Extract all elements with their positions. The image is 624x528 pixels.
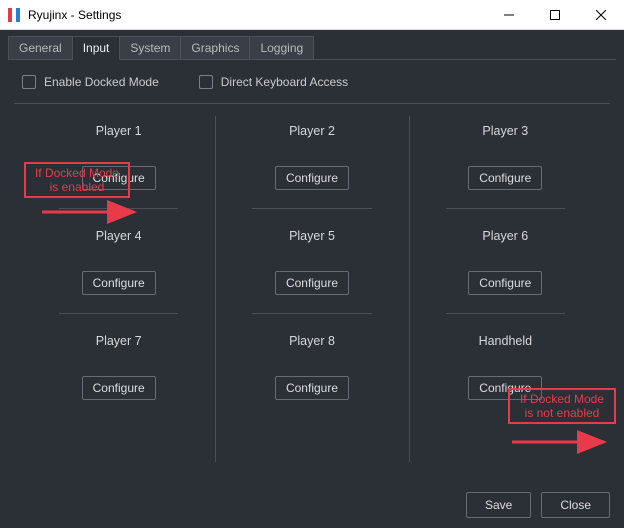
player-8-cell: Player 8 Configure	[229, 320, 394, 406]
window-titlebar: Ryujinx - Settings	[0, 0, 624, 30]
player-label: Player 1	[96, 124, 142, 138]
close-window-button[interactable]	[578, 0, 624, 30]
player-3-configure-button[interactable]: Configure	[468, 166, 542, 190]
player-2-configure-button[interactable]: Configure	[275, 166, 349, 190]
player-1-cell: Player 1 Configure	[36, 110, 201, 215]
player-grid: Player 1 Configure Player 4 Configure Pl…	[0, 110, 624, 482]
tab-input[interactable]: Input	[73, 36, 121, 60]
window-title: Ryujinx - Settings	[28, 8, 121, 22]
save-button[interactable]: Save	[466, 492, 531, 518]
direct-keyboard-access-label: Direct Keyboard Access	[221, 75, 348, 89]
tab-logging[interactable]: Logging	[250, 36, 314, 60]
player-7-configure-button[interactable]: Configure	[82, 376, 156, 400]
close-button[interactable]: Close	[541, 492, 610, 518]
enable-docked-mode-label: Enable Docked Mode	[44, 75, 159, 89]
player-label: Player 4	[96, 229, 142, 243]
player-2-cell: Player 2 Configure	[229, 110, 394, 215]
player-1-configure-button[interactable]: Configure	[82, 166, 156, 190]
player-3-cell: Player 3 Configure	[423, 110, 588, 215]
player-6-cell: Player 6 Configure	[423, 215, 588, 320]
direct-keyboard-access-checkbox[interactable]: Direct Keyboard Access	[199, 75, 348, 89]
player-4-cell: Player 4 Configure	[36, 215, 201, 320]
tab-system[interactable]: System	[120, 36, 181, 60]
player-label: Player 7	[96, 334, 142, 348]
checkbox-icon	[199, 75, 213, 89]
settings-tabs: General Input System Graphics Logging	[0, 30, 624, 60]
player-label: Player 3	[482, 124, 528, 138]
handheld-configure-button[interactable]: Configure	[468, 376, 542, 400]
handheld-cell: Handheld Configure	[423, 320, 588, 406]
player-5-configure-button[interactable]: Configure	[275, 271, 349, 295]
player-4-configure-button[interactable]: Configure	[82, 271, 156, 295]
player-label: Player 5	[289, 229, 335, 243]
enable-docked-mode-checkbox[interactable]: Enable Docked Mode	[22, 75, 159, 89]
player-label: Player 6	[482, 229, 528, 243]
player-label: Player 8	[289, 334, 335, 348]
player-label: Handheld	[479, 334, 533, 348]
player-8-configure-button[interactable]: Configure	[275, 376, 349, 400]
player-6-configure-button[interactable]: Configure	[468, 271, 542, 295]
player-7-cell: Player 7 Configure	[36, 320, 201, 406]
tab-graphics[interactable]: Graphics	[181, 36, 250, 60]
minimize-button[interactable]	[486, 0, 532, 30]
checkbox-icon	[22, 75, 36, 89]
app-icon	[6, 7, 22, 23]
player-5-cell: Player 5 Configure	[229, 215, 394, 320]
player-label: Player 2	[289, 124, 335, 138]
tab-general[interactable]: General	[8, 36, 73, 60]
maximize-button[interactable]	[532, 0, 578, 30]
